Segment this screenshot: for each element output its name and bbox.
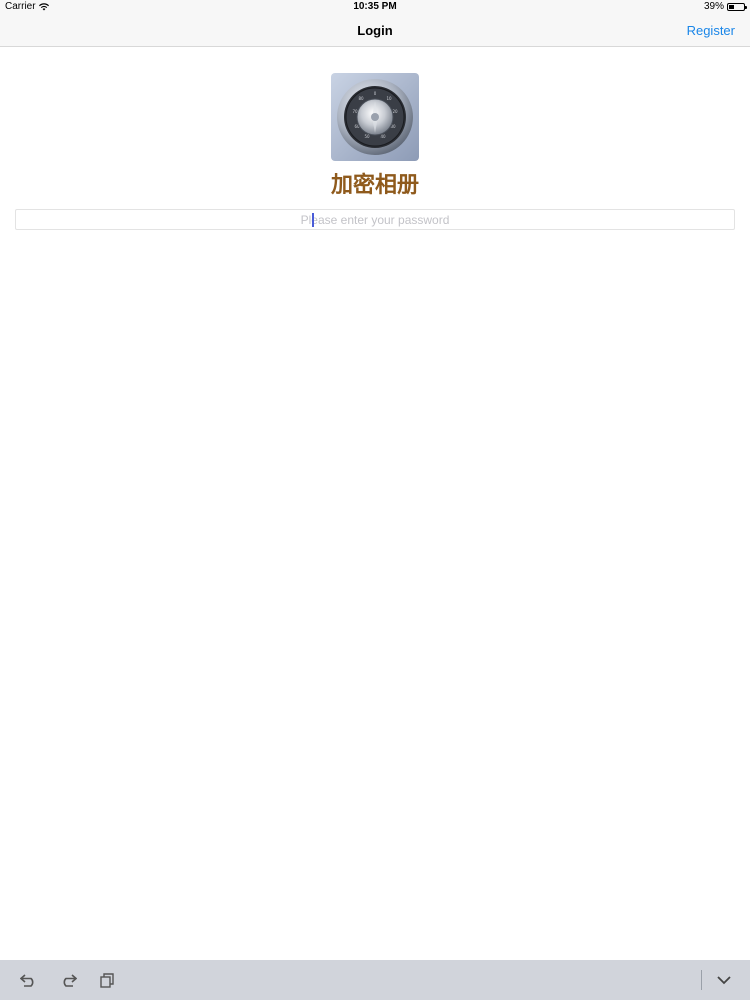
app-logo: 0 10 20 30 40 50 60 70 80 [331,73,419,161]
status-bar: Carrier 10:35 PM 39% [0,0,750,14]
status-time: 10:35 PM [353,1,397,12]
navigation-bar: Login Register [0,14,750,47]
redo-icon [63,974,77,987]
password-input[interactable] [16,210,734,229]
svg-text:80: 80 [358,96,364,101]
safe-dial-icon: 0 10 20 30 40 50 60 70 80 [331,73,419,161]
battery-percent: 39% [703,1,724,12]
keyboard-shortcut-bar [0,960,750,1000]
page-title: Login [357,23,393,38]
text-caret [312,213,314,227]
svg-text:0: 0 [374,91,377,96]
register-button[interactable]: Register [687,14,735,47]
svg-text:20: 20 [392,109,398,114]
undo-button[interactable] [17,968,41,992]
svg-text:40: 40 [380,134,386,139]
toolbar-divider [701,970,702,990]
status-right: 39% [703,0,747,14]
battery-icon [727,3,747,11]
password-field-container[interactable] [15,209,735,230]
svg-text:50: 50 [364,134,370,139]
paste-button[interactable] [95,968,119,992]
paste-icon [100,973,114,988]
undo-icon [20,974,34,987]
app-name: 加密相册 [330,173,419,198]
chevron-down-icon [717,976,731,985]
redo-button[interactable] [56,968,80,992]
dismiss-keyboard-button[interactable] [712,968,736,992]
svg-text:10: 10 [386,96,392,101]
battery-level [729,5,735,9]
